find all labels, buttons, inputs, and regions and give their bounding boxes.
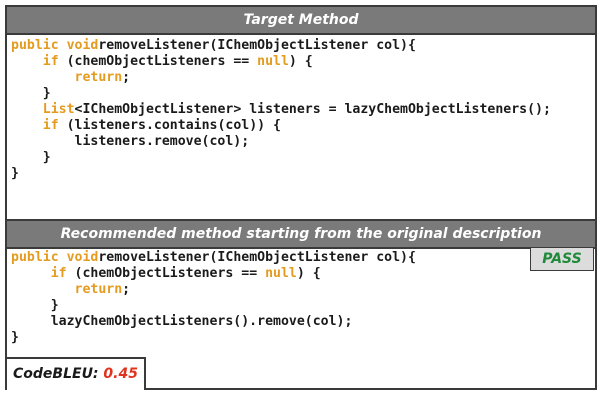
- codebleu-label: CodeBLEU:: [13, 366, 99, 382]
- code-line: if (chemObjectListeners == null) {: [11, 266, 321, 281]
- code-line: if (listeners.contains(col)) {: [11, 118, 281, 133]
- code-line: }: [11, 166, 19, 181]
- target-method-header: Target Method: [7, 7, 595, 35]
- code-keyword: if: [50, 266, 67, 281]
- target-method-code: public voidremoveListener(IChemObjectLis…: [11, 38, 551, 182]
- code-text: ;: [122, 282, 131, 297]
- code-line: return;: [11, 282, 131, 297]
- code-line: return;: [11, 70, 131, 85]
- codebleu-value: 0.45: [103, 366, 138, 382]
- pass-badge: PASS: [530, 247, 594, 271]
- code-keyword: null: [257, 54, 289, 69]
- codebleu-score: CodeBLEU: 0.45: [7, 357, 146, 390]
- code-text: }: [11, 330, 19, 345]
- code-line: public voidremoveListener(IChemObjectLis…: [11, 38, 416, 53]
- code-text: (chemObjectListeners ==: [58, 54, 258, 69]
- code-text: removeListener(IChemObjectListener col){: [98, 38, 416, 53]
- code-keyword: if: [42, 54, 59, 69]
- code-line: listeners.remove(col);: [11, 134, 250, 149]
- code-line: }: [11, 150, 51, 165]
- code-text: ) {: [296, 266, 321, 281]
- code-text: ;: [122, 70, 131, 85]
- recommended-method-code: public voidremoveListener(IChemObjectLis…: [11, 250, 416, 346]
- code-line: List<IChemObjectListener> listeners = la…: [11, 102, 551, 117]
- code-keyword: List: [42, 102, 75, 117]
- code-line: public voidremoveListener(IChemObjectLis…: [11, 250, 416, 265]
- code-text: <IChemObjectListener> listeners = lazyCh…: [74, 102, 551, 117]
- recommended-method-header: Recommended method starting from the ori…: [7, 219, 595, 249]
- code-keyword: return: [74, 70, 123, 85]
- code-text: }: [11, 150, 51, 165]
- code-text: ) {: [288, 54, 313, 69]
- code-text: }: [11, 86, 51, 101]
- code-text: }: [11, 166, 19, 181]
- code-text: (listeners.contains(col)) {: [58, 118, 281, 133]
- comparison-panel: Target Method public voidremoveListener(…: [5, 5, 597, 390]
- code-keyword: return: [74, 282, 123, 297]
- code-keyword: public void: [11, 250, 99, 265]
- code-keyword: null: [265, 266, 297, 281]
- code-text: removeListener(IChemObjectListener col){: [98, 250, 416, 265]
- code-text: (chemObjectListeners ==: [66, 266, 266, 281]
- code-keyword: public void: [11, 38, 99, 53]
- code-text: lazyChemObjectListeners().remove(col);: [11, 314, 353, 329]
- code-line: }: [11, 298, 59, 313]
- code-line: }: [11, 86, 51, 101]
- code-text: listeners.remove(col);: [11, 134, 250, 149]
- code-text: }: [11, 298, 59, 313]
- code-line: lazyChemObjectListeners().remove(col);: [11, 314, 353, 329]
- code-line: if (chemObjectListeners == null) {: [11, 54, 313, 69]
- code-keyword: if: [42, 118, 59, 133]
- code-line: }: [11, 330, 19, 345]
